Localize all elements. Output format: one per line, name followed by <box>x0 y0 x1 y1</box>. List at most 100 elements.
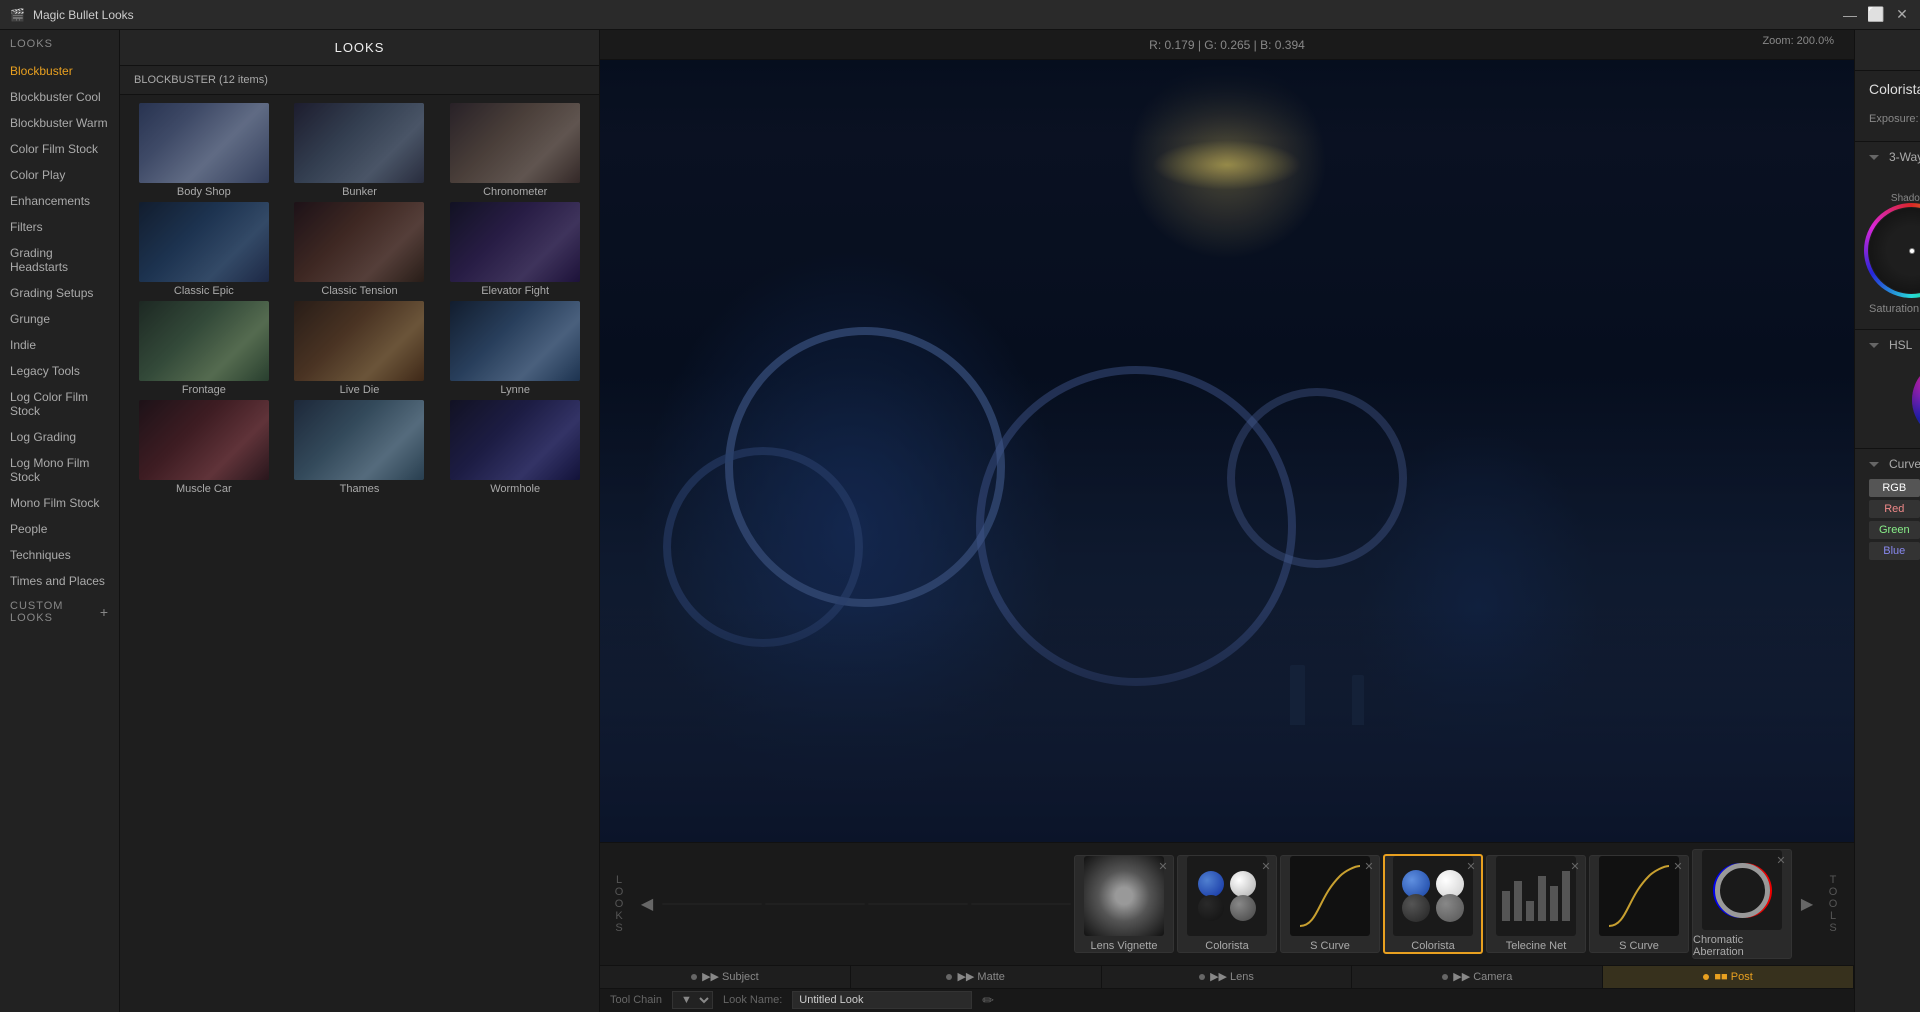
sidebar-item-color-film-stock[interactable]: Color Film Stock <box>0 136 119 162</box>
sidebar-item-log-mono-film-stock[interactable]: Log Mono Film Stock <box>0 450 119 490</box>
tab-label-subject: ▶▶ Subject <box>702 970 759 983</box>
tool-close-colorista-1[interactable]: ✕ <box>1259 859 1273 873</box>
tool-close-s-curve-1[interactable]: ✕ <box>1362 859 1376 873</box>
look-item-chronometer[interactable]: Chronometer <box>439 103 591 198</box>
tool-item-lens-vignette[interactable]: ✕ Lens Vignette <box>1074 855 1174 953</box>
hsl-arrow <box>1869 343 1879 348</box>
sidebar-item-blockbuster[interactable]: Blockbuster <box>0 58 119 84</box>
look-item-muscle-car[interactable]: Muscle Car <box>128 400 280 495</box>
tools-vertical-label: TOOLS <box>1822 874 1846 934</box>
app-title: Magic Bullet Looks <box>33 8 134 22</box>
preview-area: R: 0.179 | G: 0.265 | B: 0.394 Zoom: 200… <box>600 30 1854 842</box>
tool-item-telecine-net[interactable]: ✕ Telecine Net <box>1486 855 1586 953</box>
sidebar-item-log-color-film-stock[interactable]: Log Color Film Stock <box>0 384 119 424</box>
look-label-thames: Thames <box>340 483 380 495</box>
sidebar-item-grading-setups[interactable]: Grading Setups <box>0 280 119 306</box>
tool-label-s-curve-1: S Curve <box>1310 940 1350 952</box>
tool-item-s-curve-1[interactable]: ✕ S Curve <box>1280 855 1380 953</box>
maximize-button[interactable]: ⬜ <box>1868 7 1884 23</box>
minimize-button[interactable]: — <box>1842 7 1858 23</box>
preview-info-bar: R: 0.179 | G: 0.265 | B: 0.394 Zoom: 200… <box>600 30 1854 60</box>
channel-blue-button[interactable]: Blue <box>1869 542 1920 560</box>
look-item-body-shop[interactable]: Body Shop <box>128 103 280 198</box>
sidebar-item-grading-headstarts[interactable]: Grading Headstarts <box>0 240 119 280</box>
look-label-body-shop: Body Shop <box>177 186 231 198</box>
channel-green-button[interactable]: Green <box>1869 521 1920 539</box>
tool-close-chromatic-aberration[interactable]: ✕ <box>1774 853 1788 867</box>
look-thumb-classic-epic <box>139 202 269 282</box>
tab-subject[interactable]: ▶▶ Subject <box>600 966 851 988</box>
hsl-hue-wheel[interactable] <box>1912 360 1920 440</box>
sidebar-item-people[interactable]: People <box>0 516 119 542</box>
tool-label-s-curve-2: S Curve <box>1619 940 1659 952</box>
tab-post[interactable]: ■■ Post <box>1603 966 1854 988</box>
look-label-chronometer: Chronometer <box>483 186 547 198</box>
look-name-input[interactable] <box>792 991 972 1009</box>
look-item-lynne[interactable]: Lynne <box>439 301 591 396</box>
curves-title: Curves <box>1889 457 1920 471</box>
tool-thumb-telecine-net <box>1496 856 1576 936</box>
sidebar-item-blockbuster-cool[interactable]: Blockbuster Cool <box>0 84 119 110</box>
tool-thumb-chromatic-aberration <box>1702 850 1782 930</box>
look-item-elevator-fight[interactable]: Elevator Fight <box>439 202 591 297</box>
look-thumb-wormhole <box>450 400 580 480</box>
hsl-title: HSL <box>1889 338 1912 352</box>
tab-camera[interactable]: ▶▶ Camera <box>1352 966 1603 988</box>
custom-looks-button[interactable]: CUSTOM LOOKS + <box>0 594 119 630</box>
sidebar-item-color-play[interactable]: Color Play <box>0 162 119 188</box>
tab-lens[interactable]: ▶▶ Lens <box>1102 966 1353 988</box>
look-item-classic-tension[interactable]: Classic Tension <box>284 202 436 297</box>
tool-chain-select[interactable]: ▼ <box>672 991 713 1009</box>
tool-close-telecine-net[interactable]: ✕ <box>1568 859 1582 873</box>
tool-chain-bar: LOOKS ◀ ✕ Lens Vignette <box>600 843 1854 965</box>
sidebar-item-indie[interactable]: Indie <box>0 332 119 358</box>
tab-dot-matte <box>946 974 952 980</box>
look-item-live-die[interactable]: Live Die <box>284 301 436 396</box>
tool-item-chromatic-aberration[interactable]: ✕ Chromatic Aberration <box>1692 849 1792 959</box>
look-item-frontage[interactable]: Frontage <box>128 301 280 396</box>
sidebar-item-mono-film-stock[interactable]: Mono Film Stock <box>0 490 119 516</box>
sidebar-item-blockbuster-warm[interactable]: Blockbuster Warm <box>0 110 119 136</box>
tool-thumb-colorista-1 <box>1187 856 1267 936</box>
sidebar-header: LOOKS <box>0 30 119 58</box>
zoom-level: Zoom: 200.0% <box>1762 35 1834 47</box>
scroll-left-button[interactable]: ◀ <box>635 894 659 914</box>
tool-close-lens-vignette[interactable]: ✕ <box>1156 859 1170 873</box>
tool-item-colorista-2[interactable]: ✕ Colorista <box>1383 854 1483 954</box>
custom-looks-label: CUSTOM LOOKS <box>10 600 95 624</box>
look-item-classic-epic[interactable]: Classic Epic <box>128 202 280 297</box>
tool-label-colorista-1: Colorista <box>1205 940 1248 952</box>
scroll-right-button[interactable]: ▶ <box>1795 894 1819 914</box>
look-thumb-muscle-car <box>139 400 269 480</box>
look-label-wormhole: Wormhole <box>490 483 540 495</box>
sidebar-item-enhancements[interactable]: Enhancements <box>0 188 119 214</box>
add-custom-look-icon[interactable]: + <box>100 604 109 620</box>
sidebar-item-techniques[interactable]: Techniques <box>0 542 119 568</box>
sidebar-item-times-and-places[interactable]: Times and Places <box>0 568 119 594</box>
tab-matte[interactable]: ▶▶ Matte <box>851 966 1102 988</box>
tool-item-colorista-1[interactable]: ✕ Colorista <box>1177 855 1277 953</box>
tab-dot-camera <box>1442 974 1448 980</box>
look-thumb-elevator-fight <box>450 202 580 282</box>
sidebar-item-grunge[interactable]: Grunge <box>0 306 119 332</box>
tool-chain-label: Tool Chain <box>610 994 662 1006</box>
look-item-bunker[interactable]: Bunker <box>284 103 436 198</box>
three-way-title: 3-Way Color <box>1889 150 1920 164</box>
tool-close-s-curve-2[interactable]: ✕ <box>1671 859 1685 873</box>
channel-rgb-button[interactable]: RGB <box>1869 479 1920 497</box>
sidebar-item-filters[interactable]: Filters <box>0 214 119 240</box>
bottom-status-bar: Tool Chain ▼ Look Name: ✏ <box>600 988 1854 1012</box>
sidebar-item-legacy-tools[interactable]: Legacy Tools <box>0 358 119 384</box>
look-item-wormhole[interactable]: Wormhole <box>439 400 591 495</box>
channel-red-button[interactable]: Red <box>1869 500 1920 518</box>
sidebar-item-log-grading[interactable]: Log Grading <box>0 424 119 450</box>
shadows-wheel[interactable] <box>1869 208 1920 293</box>
look-item-thames[interactable]: Thames <box>284 400 436 495</box>
tool-item-s-curve-2[interactable]: ✕ S Curve <box>1589 855 1689 953</box>
exposure-label: Exposure: <box>1869 113 1920 125</box>
close-button[interactable]: ✕ <box>1894 7 1910 23</box>
preview-wrapper: R: 0.179 | G: 0.265 | B: 0.394 Zoom: 200… <box>600 30 1854 1012</box>
look-label-live-die: Live Die <box>340 384 380 396</box>
tool-label-colorista-2: Colorista <box>1411 940 1454 952</box>
tool-close-colorista-2[interactable]: ✕ <box>1464 859 1478 873</box>
